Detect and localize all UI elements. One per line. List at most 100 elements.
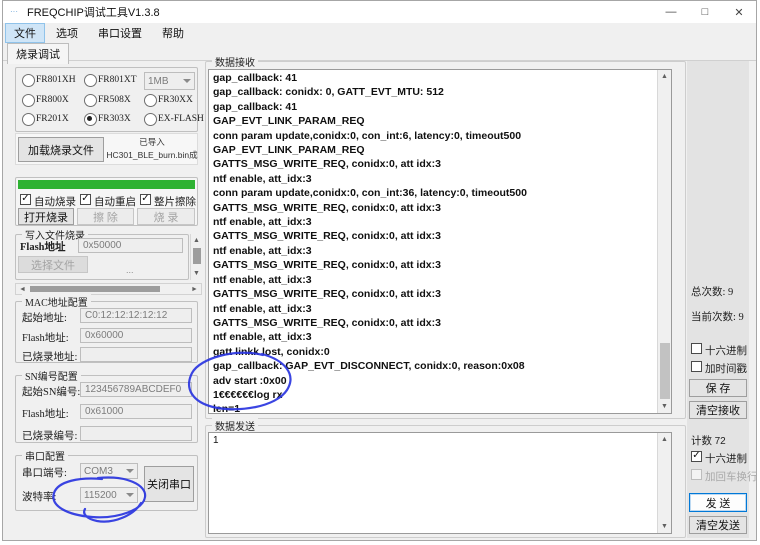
menu-help[interactable]: 帮助 (153, 23, 193, 43)
burn-progress-bar (18, 180, 195, 189)
sn-flash-addr-input[interactable]: 0x61000 (80, 404, 192, 419)
send-count: 计数 72 (691, 433, 726, 448)
baud-rate-dropdown[interactable]: 115200 (80, 487, 138, 503)
sn-flash-addr-label: Flash地址: (22, 406, 69, 421)
mac-start-addr-label: 起始地址: (22, 310, 67, 325)
minimize-icon[interactable]: — (654, 1, 688, 23)
sn-start-label: 起始SN编号: (22, 384, 80, 399)
open-burn-button[interactable]: 打开烧录 (18, 208, 74, 225)
radio-fr800x[interactable] (22, 94, 35, 112)
send-group-title: 数据发送 (212, 418, 258, 433)
right-sidebar (687, 61, 749, 538)
write-file-vscrollbar[interactable]: ▲ ▼ (190, 234, 202, 280)
flash-size-dropdown[interactable]: 1MB (144, 72, 195, 90)
erase-button[interactable]: 擦 除 (77, 208, 134, 225)
scroll-down-icon[interactable]: ▼ (658, 400, 671, 413)
radio-fr801xt[interactable] (84, 74, 97, 92)
close-icon[interactable]: ✕ (722, 1, 756, 23)
scroll-up-icon[interactable]: ▲ (191, 234, 202, 247)
crlf-checkbox[interactable] (691, 469, 702, 480)
sn-start-input[interactable]: 123456789ABCDEF0 (80, 382, 192, 397)
scroll-up-icon[interactable]: ▲ (658, 433, 671, 446)
current-count-value: 9 (739, 312, 744, 323)
mac-flash-addr-input[interactable]: 0x60000 (80, 328, 192, 343)
menu-options[interactable]: 选项 (47, 23, 87, 43)
menu-bar: 文件 选项 串口设置 帮助 (3, 23, 756, 43)
send-textarea[interactable]: 1 ▲ ▼ (208, 432, 672, 534)
receive-textarea[interactable]: gap_callback: 41 gap_callback: conidx: 0… (208, 69, 672, 414)
auto-restart-label: 自动重启 (94, 194, 136, 209)
radio-fr303x[interactable] (84, 113, 97, 131)
save-button[interactable]: 保 存 (689, 379, 747, 397)
scroll-up-icon[interactable]: ▲ (658, 70, 671, 83)
menu-serial-settings[interactable]: 串口设置 (89, 23, 151, 43)
scroll-down-icon[interactable]: ▼ (658, 520, 671, 533)
scrollbar-thumb[interactable] (660, 343, 670, 399)
mac-start-addr-input[interactable]: C0:12:12:12:12:12 (80, 308, 192, 323)
load-status: 已导入 HC301_BLE_burn.bin成 (106, 136, 198, 164)
radio-icon[interactable] (22, 94, 35, 107)
radio-icon[interactable] (22, 113, 35, 126)
timestamp-checkbox[interactable] (691, 361, 702, 372)
scroll-down-icon[interactable]: ▼ (191, 267, 202, 280)
sn-group-title: SN编号配置 (22, 368, 81, 383)
chevron-down-icon (126, 469, 134, 473)
receive-vscrollbar[interactable]: ▲ ▼ (657, 70, 671, 413)
radio-label: FR801XH (36, 75, 76, 85)
radio-ex-flash[interactable] (144, 113, 157, 131)
radio-fr508x[interactable] (84, 94, 97, 112)
receive-hex-label: 十六进制 (705, 343, 747, 358)
radio-fr801xh[interactable] (22, 74, 35, 92)
burn-control-group: 自动烧录 自动重启 整片擦除 打开烧录 擦 除 烧 录 (15, 177, 198, 226)
radio-icon[interactable] (84, 113, 97, 126)
chip-erase-checkbox[interactable] (140, 194, 151, 205)
radio-fr201x[interactable] (22, 113, 35, 131)
auto-restart-checkbox[interactable] (80, 194, 91, 205)
menu-file[interactable]: 文件 (5, 23, 45, 43)
auto-burn-checkbox[interactable] (20, 194, 31, 205)
send-text: 1 (213, 434, 655, 448)
scroll-left-icon[interactable]: ◄ (16, 284, 29, 294)
radio-icon[interactable] (84, 94, 97, 107)
radio-label: FR508X (98, 95, 131, 105)
current-count-label: 当前次数: (691, 312, 736, 323)
write-flash-addr-input[interactable]: 0x50000 (78, 238, 183, 253)
send-hex-checkbox[interactable] (691, 451, 702, 462)
radio-icon[interactable] (22, 74, 35, 87)
title-bar: ··· FREQCHIP调试工具V1.3.8 — □ ✕ (3, 1, 756, 23)
send-hex-label: 十六进制 (705, 451, 747, 466)
send-vscrollbar[interactable]: ▲ ▼ (657, 433, 671, 533)
radio-fr30xx[interactable] (144, 94, 157, 112)
maximize-icon[interactable]: □ (688, 1, 722, 23)
receive-hex-checkbox[interactable] (691, 343, 702, 354)
send-count-value: 72 (715, 436, 726, 447)
scroll-right-icon[interactable]: ► (188, 284, 201, 294)
select-file-button[interactable]: 选择文件 (18, 256, 88, 273)
mac-burned-addr-input[interactable] (80, 347, 192, 362)
mac-flash-addr-label: Flash地址: (22, 330, 69, 345)
radio-icon[interactable] (84, 74, 97, 87)
serial-port-value: COM3 (84, 466, 113, 477)
radio-icon[interactable] (144, 94, 157, 107)
window-title: FREQCHIP调试工具V1.3.8 (27, 4, 160, 20)
mac-group-title: MAC地址配置 (22, 294, 91, 309)
load-status-filename: HC301_BLE_burn.bin成 (106, 149, 198, 162)
scrollbar-thumb[interactable] (193, 248, 201, 264)
clear-receive-button[interactable]: 清空接收 (689, 401, 747, 419)
serial-port-dropdown[interactable]: COM3 (80, 463, 138, 479)
mac-config-group: MAC地址配置 起始地址: C0:12:12:12:12:12 Flash地址:… (15, 301, 198, 363)
send-button[interactable]: 发 送 (689, 493, 747, 512)
radio-icon[interactable] (144, 113, 157, 126)
sn-burned-input[interactable] (80, 426, 192, 441)
load-file-section: 加载烧录文件 已导入 HC301_BLE_burn.bin成 (15, 133, 198, 165)
load-burn-file-button[interactable]: 加载烧录文件 (18, 137, 104, 162)
scrollbar-thumb[interactable] (30, 286, 160, 292)
tab-burn-debug[interactable]: 烧录调试 (7, 43, 69, 64)
load-status-line1: 已导入 (106, 136, 198, 149)
clear-send-button[interactable]: 清空发送 (689, 516, 747, 534)
burn-button[interactable]: 烧 录 (137, 208, 195, 225)
receive-group-title: 数据接收 (212, 54, 258, 69)
baud-rate-label: 波特率: (22, 489, 56, 504)
close-serial-button[interactable]: 关闭串口 (144, 466, 194, 502)
write-file-more-text: ... (126, 265, 134, 275)
